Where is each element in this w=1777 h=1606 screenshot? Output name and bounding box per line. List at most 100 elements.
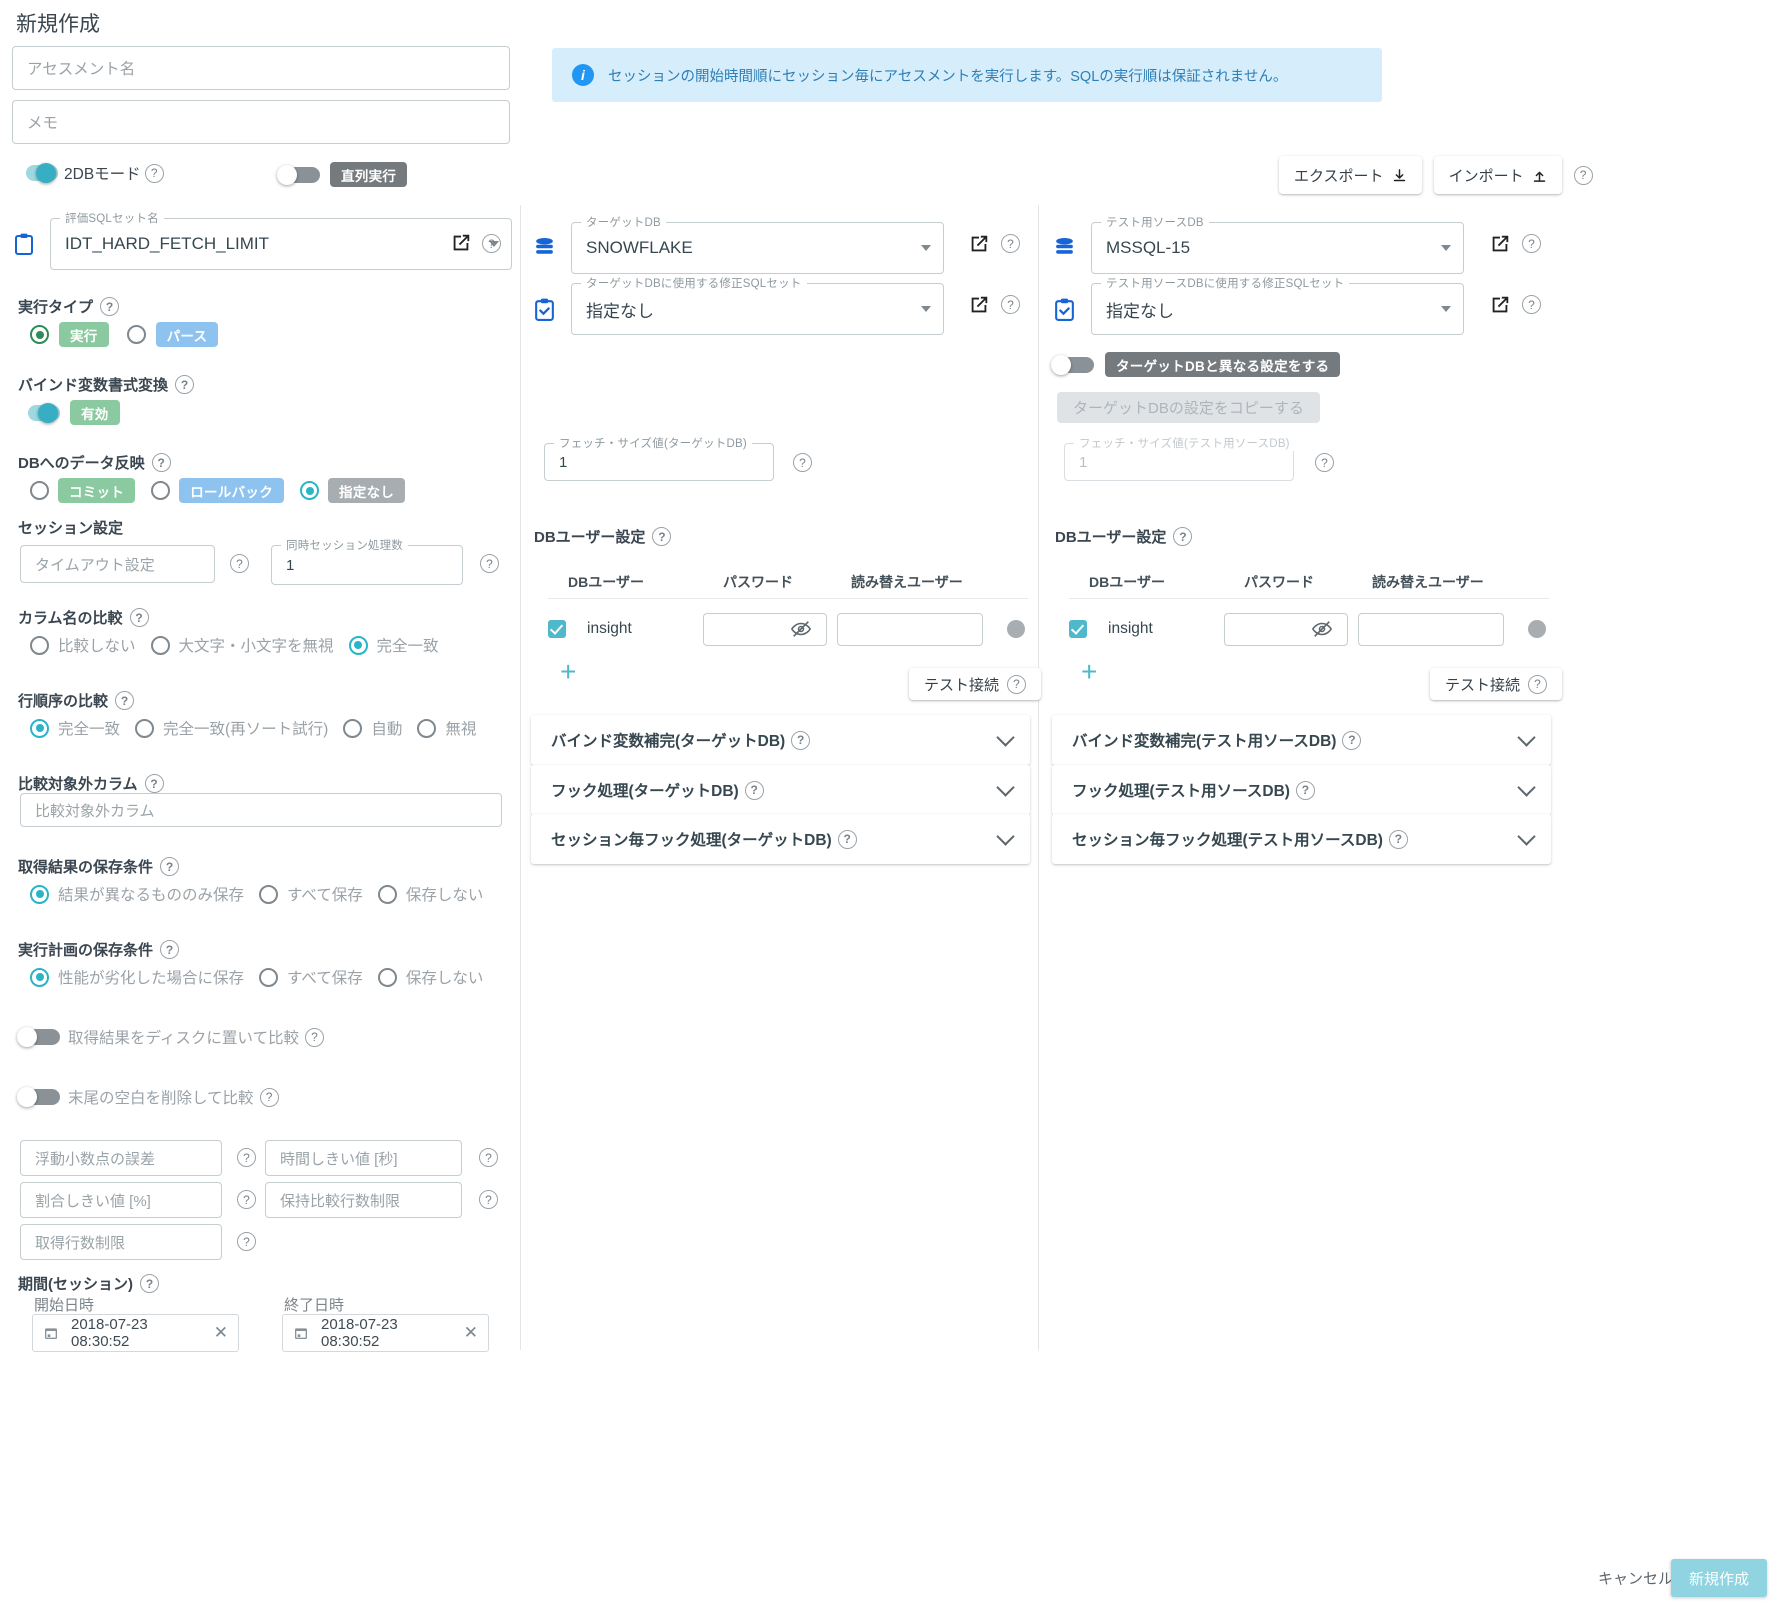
column-compare-radio-1[interactable] [150,635,170,655]
target-accordion-2-help-icon[interactable] [837,829,857,849]
target-db-select[interactable]: ターゲットDB SNOWFLAKE [571,214,944,274]
source-fetch-size-input[interactable]: フェッチ・サイズ値(テスト用ソースDB) 1 [1064,435,1295,481]
eye-off-icon[interactable] [790,618,812,640]
start-datetime-field[interactable]: 2018-07-23 08:30:52 ✕ [32,1314,239,1352]
target-fix-sqlset-help-icon[interactable] [1001,295,1020,314]
eval-sqlset-open-icon[interactable] [450,232,472,254]
target-fetch-size-help-icon[interactable] [793,453,812,472]
disk-compare-help-icon[interactable] [304,1027,324,1047]
exec-type-radio-0[interactable] [30,325,49,344]
start-datetime-clear-icon[interactable]: ✕ [214,1323,228,1343]
export-button[interactable]: エクスポート [1279,156,1422,194]
result-save-radio-2[interactable] [377,884,397,904]
target-db-help-icon[interactable] [1001,234,1020,253]
target-test-connection-button[interactable]: テスト接続 [909,668,1042,700]
plan-save-help-icon[interactable] [160,940,180,959]
target-add-user-button[interactable]: + [560,658,576,686]
source-user-checkbox[interactable] [1069,620,1087,638]
source-copy-target-settings-button[interactable]: ターゲットDBの設定をコピーする [1057,392,1320,423]
source-db-select[interactable]: テスト用ソースDB MSSQL-15 [1091,214,1464,274]
excluded-columns-help-icon[interactable] [144,774,164,793]
serial-exec-toggle[interactable] [276,164,322,186]
timeout-help-icon[interactable] [230,554,249,573]
eye-off-icon[interactable] [1311,618,1333,640]
target-fix-sqlset-select[interactable]: ターゲットDBに使用する修正SQLセット 指定なし [571,275,944,335]
disk-compare-toggle[interactable] [16,1026,62,1048]
period-help-icon[interactable] [140,1274,159,1293]
target-accordion-bind-complete[interactable]: バインド変数補完(ターゲットDB) [531,715,1030,765]
target-db-user-settings-help-icon[interactable] [652,527,672,546]
source-test-connection-button[interactable]: テスト接続 [1430,668,1563,700]
time-threshold-input[interactable]: 時間しきい値 [秒] [265,1140,462,1176]
column-compare-radio-0[interactable] [30,635,49,655]
fetch-rows-limit-help-icon[interactable] [237,1232,256,1251]
concurrent-sessions-help-icon[interactable] [480,554,499,573]
source-accordion-hook[interactable]: フック処理(テスト用ソースDB) [1052,765,1551,815]
column-compare-radio-2[interactable] [348,635,368,655]
exec-type-help-icon[interactable] [100,297,120,316]
bind-convert-help-icon[interactable] [175,375,195,394]
plan-save-radio-0[interactable] [30,967,49,987]
result-save-help-icon[interactable] [160,857,180,876]
create-button[interactable]: 新規作成 [1670,1559,1768,1597]
timeout-input[interactable]: タイムアウト設定 [20,545,215,583]
target-accordion-hook[interactable]: フック処理(ターゲットDB) [531,765,1030,815]
float-error-input[interactable]: 浮動小数点の誤差 [20,1140,222,1176]
target-alias-input[interactable] [837,612,983,646]
source-accordion-0-help-icon[interactable] [1342,730,1362,750]
plan-save-radio-1[interactable] [259,967,279,987]
target-accordion-0-help-icon[interactable] [791,730,811,750]
target-accordion-session-hook[interactable]: セッション毎フック処理(ターゲットDB) [531,814,1030,864]
eval-sqlset-select[interactable]: 評価SQLセット名 IDT_HARD_FETCH_LIMIT [50,210,512,270]
source-fix-sqlset-help-icon[interactable] [1522,295,1541,314]
two-db-mode-help-icon[interactable] [144,163,164,183]
source-add-user-button[interactable]: + [1081,658,1097,686]
trim-compare-toggle[interactable] [16,1086,62,1108]
bind-convert-toggle[interactable] [16,402,62,424]
plan-save-radio-2[interactable] [377,967,397,987]
column-compare-help-icon[interactable] [129,608,149,627]
float-error-help-icon[interactable] [237,1148,256,1167]
kept-rows-limit-input[interactable]: 保持比較行数制限 [265,1182,462,1218]
source-db-help-icon[interactable] [1522,234,1541,253]
ratio-threshold-help-icon[interactable] [237,1190,256,1209]
concurrent-sessions-input[interactable]: 同時セッション処理数 1 [271,537,463,585]
source-alias-input[interactable] [1358,612,1504,646]
eval-sqlset-help-icon[interactable] [482,234,501,253]
kept-rows-limit-help-icon[interactable] [479,1190,498,1209]
end-datetime-clear-icon[interactable]: ✕ [464,1323,478,1343]
fetch-rows-limit-input[interactable]: 取得行数制限 [20,1224,222,1260]
row-order-radio-3[interactable] [417,718,437,738]
db-reflect-help-icon[interactable] [151,453,171,472]
source-db-user-settings-help-icon[interactable] [1173,527,1193,546]
target-fix-sqlset-open-icon[interactable] [968,294,990,316]
export-import-help-icon[interactable] [1573,165,1593,185]
exec-type-radio-1[interactable] [126,325,146,344]
row-order-radio-2[interactable] [343,718,363,738]
result-save-radio-0[interactable] [30,884,49,904]
source-fix-sqlset-open-icon[interactable] [1489,294,1511,316]
result-save-radio-1[interactable] [259,884,279,904]
row-order-radio-0[interactable] [30,718,49,738]
end-datetime-field[interactable]: 2018-07-23 08:30:52 ✕ [282,1314,489,1352]
source-accordion-2-help-icon[interactable] [1388,829,1408,849]
target-test-connection-help-icon[interactable] [1007,674,1027,694]
target-fetch-size-input[interactable]: フェッチ・サイズ値(ターゲットDB) 1 [544,435,774,481]
import-button[interactable]: インポート [1433,156,1562,194]
target-accordion-1-help-icon[interactable] [744,780,764,800]
source-fetch-size-help-icon[interactable] [1315,453,1334,472]
time-threshold-help-icon[interactable] [479,1148,498,1167]
target-user-checkbox[interactable] [548,620,566,638]
ratio-threshold-input[interactable]: 割合しきい値 [%] [20,1182,222,1218]
target-db-open-icon[interactable] [968,233,990,255]
two-db-mode-toggle[interactable] [14,162,60,184]
source-password-input[interactable] [1224,612,1348,646]
source-db-open-icon[interactable] [1489,233,1511,255]
source-diff-settings-toggle[interactable] [1050,354,1096,376]
target-password-input[interactable] [703,612,827,646]
row-order-radio-1[interactable] [135,718,155,738]
cancel-button[interactable]: キャンセル [1598,1568,1673,1589]
source-fix-sqlset-select[interactable]: テスト用ソースDBに使用する修正SQLセット 指定なし [1091,275,1464,335]
assessment-name-input[interactable]: アセスメント名 [12,46,510,90]
source-accordion-bind-complete[interactable]: バインド変数補完(テスト用ソースDB) [1052,715,1551,765]
